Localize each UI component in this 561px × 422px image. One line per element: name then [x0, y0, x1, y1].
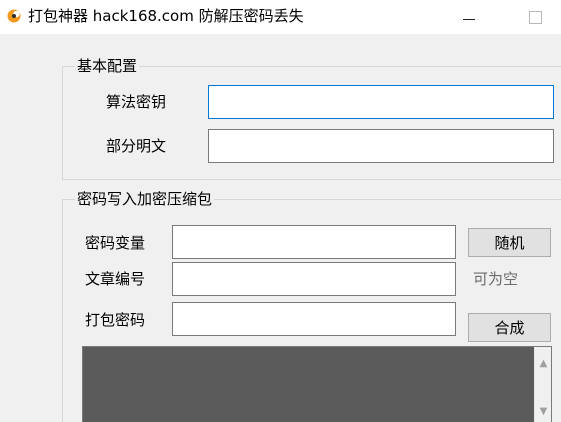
minimize-button[interactable]: [446, 0, 492, 34]
archive-password-title: 密码写入加密压缩包: [75, 189, 215, 209]
password-variable-label: 密码变量: [85, 234, 146, 252]
output-textarea[interactable]: ▲ ▼: [82, 346, 552, 422]
window-title: 打包神器 hack168.com 防解压密码丢失: [28, 7, 304, 25]
basic-config-title: 基本配置: [75, 56, 140, 76]
optional-hint: 可为空: [473, 270, 519, 288]
article-number-input[interactable]: [172, 262, 456, 296]
password-variable-input[interactable]: [172, 225, 456, 259]
pack-password-input[interactable]: [172, 302, 456, 336]
compose-button[interactable]: 合成: [468, 313, 551, 342]
article-number-label: 文章编号: [85, 270, 146, 288]
app-logo-icon: [7, 9, 21, 23]
chevron-down-icon[interactable]: ▼: [535, 403, 552, 420]
chevron-up-icon[interactable]: ▲: [535, 355, 552, 372]
maximize-button[interactable]: [512, 0, 558, 34]
output-scrollbar[interactable]: ▲ ▼: [534, 347, 551, 422]
partial-plaintext-label: 部分明文: [106, 137, 167, 155]
partial-plaintext-input[interactable]: [208, 129, 554, 163]
pack-password-label: 打包密码: [85, 311, 146, 329]
algorithm-key-input[interactable]: [208, 85, 554, 119]
title-bar: 打包神器 hack168.com 防解压密码丢失: [0, 0, 561, 34]
random-button[interactable]: 随机: [468, 228, 551, 257]
algorithm-key-label: 算法密钥: [106, 93, 167, 111]
